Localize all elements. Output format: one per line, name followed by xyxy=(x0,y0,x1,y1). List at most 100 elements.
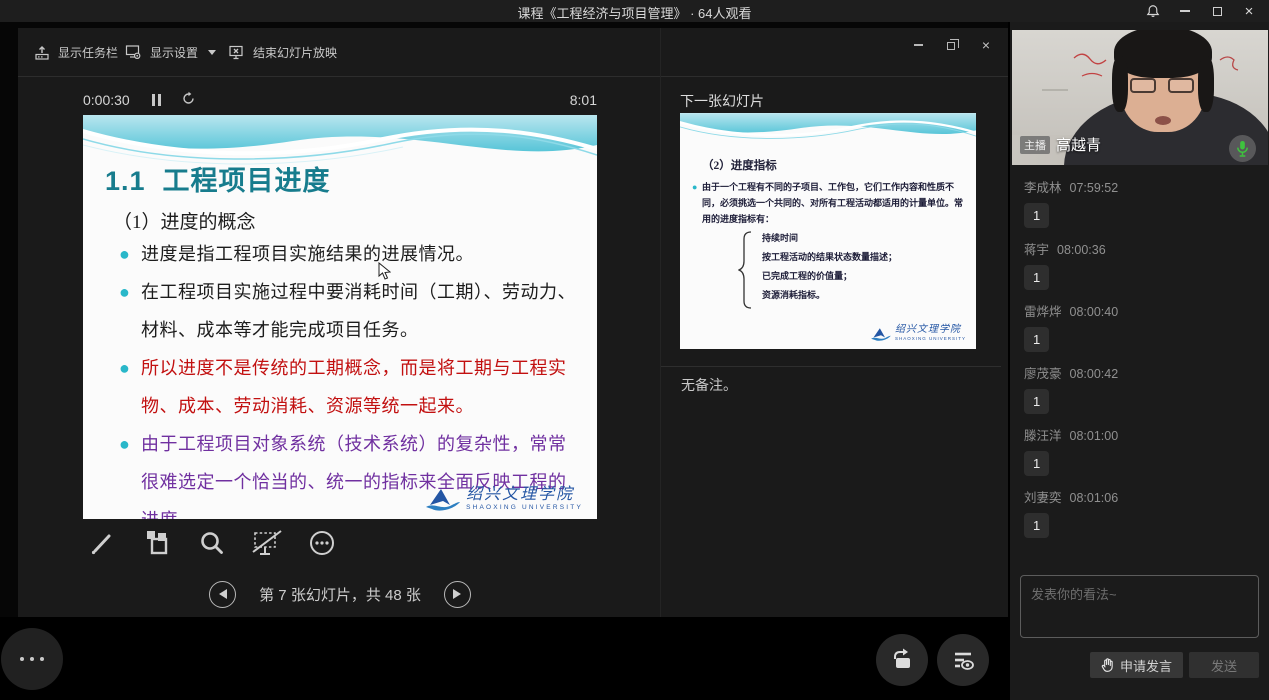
mouse-cursor xyxy=(378,262,391,280)
university-logo-cn: 绍兴文理学院 xyxy=(895,325,966,335)
next-slide-heading: 下一张幻灯片 xyxy=(680,91,764,111)
slide-sorter-icon xyxy=(142,528,172,558)
slide-bullet: ●在工程项目实施过程中要消耗时间（工期）、劳动力、材料、成本等才能完成项目任务。 xyxy=(113,273,581,349)
chat-input[interactable] xyxy=(1020,575,1259,638)
titlebar: 课程《工程经济与项目管理》 · 64人观看 × xyxy=(0,0,1269,22)
show-taskbar-button[interactable]: 显示任务栏 xyxy=(34,44,118,61)
chat-time: 08:00:42 xyxy=(1070,367,1119,381)
slide-section-heading: （1）进度的概念 xyxy=(113,207,256,234)
presenter-video[interactable]: 主播 高越青 xyxy=(1012,30,1268,165)
titlebar-close-button[interactable]: × xyxy=(1235,0,1263,22)
laser-screen-icon xyxy=(251,528,283,558)
presenter-tag: 主播 高越青 xyxy=(1020,134,1101,155)
chat-message: 刘妻奕 08:01:06 1 xyxy=(1024,490,1254,538)
request-speak-button[interactable]: 申请发言 xyxy=(1090,652,1183,678)
university-logo-en: SHAOXING UNIVERSITY xyxy=(895,337,966,342)
presenter-role-badge: 主播 xyxy=(1020,136,1050,154)
preview-slide-bullet: ●由于一个工程有不同的子项目、工作包，它们工作内容和性质不同，必须挑选一个共同的… xyxy=(692,179,964,227)
magnifier-icon xyxy=(198,529,226,557)
mic-button[interactable] xyxy=(1229,135,1256,162)
pause-button[interactable] xyxy=(152,94,161,106)
swap-screen-button[interactable] xyxy=(876,634,928,686)
next-slide-button[interactable] xyxy=(444,581,471,608)
sidebar: 主播 高越青 李成林07:59:52 1 蒋宇 08:00:36 1 雷烨烨08:… xyxy=(1008,22,1269,700)
more-options-button[interactable] xyxy=(1,628,63,690)
chat-time: 08:01:00 xyxy=(1070,429,1119,443)
presenter-hair xyxy=(1198,56,1214,112)
slideshow-window: 显示任务栏 显示设置 结束幻灯片放映 × 0 xyxy=(18,28,1008,618)
slide-navigation: 第 7 张幻灯片，共 48 张 xyxy=(209,579,471,609)
chat-time: 08:01:06 xyxy=(1070,491,1119,505)
preview-wave-decoration xyxy=(680,113,976,150)
preview-slide-title: （2）进度指标 xyxy=(702,157,777,173)
titlebar-minimize-button[interactable] xyxy=(1171,0,1199,22)
bell-icon-svg xyxy=(1146,4,1160,18)
university-logo-icon xyxy=(871,326,891,341)
chat-message-list: 李成林07:59:52 1 蒋宇 08:00:36 1 雷烨烨08:00:40 1… xyxy=(1024,180,1254,552)
zoom-tool-button[interactable] xyxy=(195,526,229,560)
close-icon: × xyxy=(1245,4,1254,19)
bullet-dot-icon: ● xyxy=(119,235,130,273)
pause-icon xyxy=(152,94,155,106)
slide-title: 1.1 工程项目进度 xyxy=(105,159,331,198)
app-root: 课程《工程经济与项目管理》 · 64人观看 × 显示任务栏 显示设置 xyxy=(0,0,1269,700)
bullet-dot-icon: ● xyxy=(119,273,130,311)
window-title: 课程《工程经济与项目管理》 · 64人观看 xyxy=(0,3,1269,22)
chat-time: 08:00:36 xyxy=(1057,243,1106,257)
next-slide-panel: 下一张幻灯片 （2）进度指标 ●由于一个工程有不同的子项目、工作包，它们工作内容… xyxy=(660,28,1008,618)
slide-position-label: 第 7 张幻灯片，共 48 张 xyxy=(259,584,421,605)
more-tools-button[interactable] xyxy=(305,526,339,560)
bullet-dot-icon: ● xyxy=(119,425,130,463)
titlebar-maximize-button[interactable] xyxy=(1203,0,1231,22)
raised-hand-icon xyxy=(1101,658,1114,672)
presenter-name: 高越青 xyxy=(1056,134,1101,155)
laser-screen-button[interactable] xyxy=(250,526,284,560)
university-logo-en: SHAOXING UNIVERSITY xyxy=(466,505,583,512)
prev-icon xyxy=(219,589,227,599)
end-slideshow-icon xyxy=(228,44,245,61)
send-button[interactable]: 发送 xyxy=(1189,652,1259,678)
chat-time: 08:00:40 xyxy=(1070,305,1119,319)
next-icon xyxy=(453,589,461,599)
current-slide[interactable]: 1.1 工程项目进度 （1）进度的概念 ●进度是指工程项目实施结果的进展情况。 … xyxy=(83,115,597,519)
pen-icon xyxy=(88,529,116,557)
chat-message: 蒋宇08:00:36 1 xyxy=(1024,242,1254,290)
dot-icon xyxy=(20,657,24,661)
chat-message: 李成林07:59:52 1 xyxy=(1024,180,1254,228)
chat-bubble: 1 xyxy=(1024,389,1049,414)
restart-icon xyxy=(181,91,196,106)
speaker-notes: 无备注。 xyxy=(681,375,737,395)
chat-author: 李成林 xyxy=(1024,181,1062,195)
display-settings-button[interactable]: 显示设置 xyxy=(125,44,216,61)
chat-author: 刘妻奕 xyxy=(1024,491,1062,505)
pen-tool-button[interactable] xyxy=(85,526,119,560)
university-logo: 绍兴文理学院 SHAOXING UNIVERSITY xyxy=(871,325,966,342)
slide-sorter-button[interactable] xyxy=(140,526,174,560)
send-label: 发送 xyxy=(1211,659,1237,674)
end-slideshow-button[interactable]: 结束幻灯片放映 xyxy=(228,44,337,61)
chat-message: 雷烨烨08:00:40 1 xyxy=(1024,304,1254,352)
chat-author: 滕汪洋 xyxy=(1024,429,1062,443)
list-eye-icon xyxy=(951,648,975,672)
slide-bullet: ●进度是指工程项目实施结果的进展情况。 xyxy=(113,235,581,273)
maximize-icon xyxy=(1213,7,1222,16)
bell-icon[interactable] xyxy=(1139,0,1167,22)
chevron-down-icon xyxy=(208,50,216,55)
chat-actions: 申请发言 发送 xyxy=(1010,652,1269,678)
main-stage: 显示任务栏 显示设置 结束幻灯片放映 × 0 xyxy=(0,22,1008,700)
chat-author: 廖茂豪 xyxy=(1024,367,1062,381)
brace-decoration xyxy=(738,231,754,309)
chat-author: 蒋宇 xyxy=(1024,243,1049,257)
preview-brace-item: 持续时间 xyxy=(762,229,897,248)
toggle-list-view-button[interactable] xyxy=(937,634,989,686)
preview-brace-item: 已完成工程的价值量； xyxy=(762,267,897,286)
swap-screen-icon xyxy=(889,647,915,673)
university-logo-icon xyxy=(426,485,460,511)
restart-timer-button[interactable] xyxy=(181,91,196,109)
chat-bubble: 1 xyxy=(1024,513,1049,538)
university-logo: 绍兴文理学院 SHAOXING UNIVERSITY xyxy=(426,485,583,511)
bullet-dot-icon: ● xyxy=(692,179,697,195)
slide-bullet-list: ●进度是指工程项目实施结果的进展情况。 ●在工程项目实施过程中要消耗时间（工期）… xyxy=(113,235,581,519)
previous-slide-button[interactable] xyxy=(209,581,236,608)
elapsed-time: 0:00:30 xyxy=(83,92,130,108)
